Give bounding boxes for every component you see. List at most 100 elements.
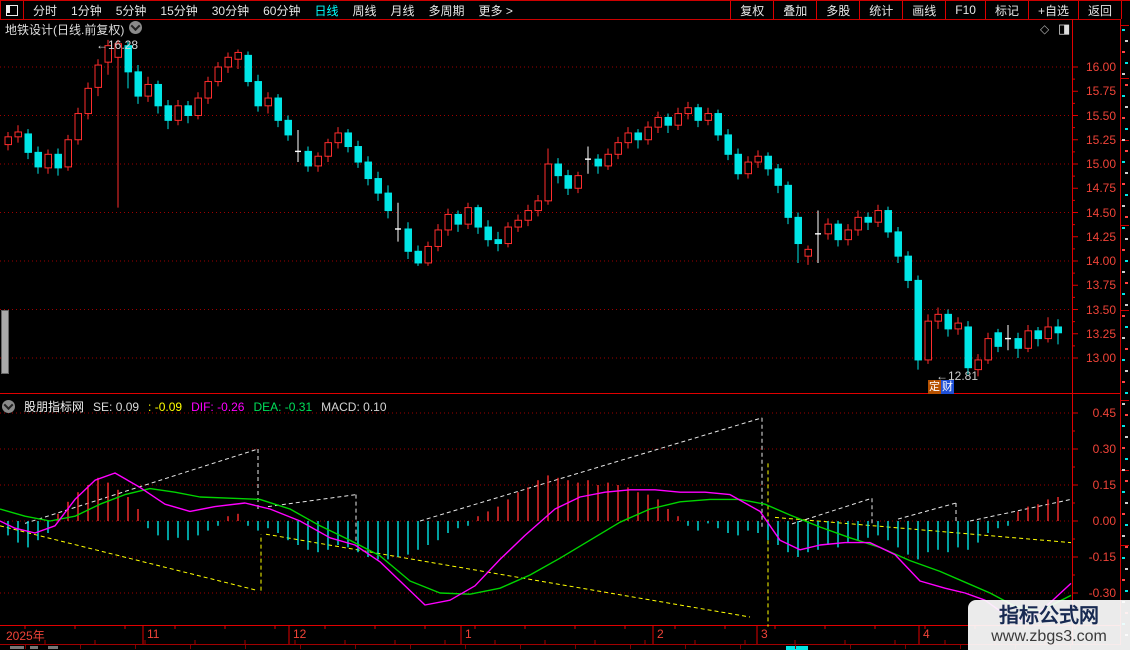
signal-badge-char-1: 财 xyxy=(941,380,954,394)
strip-mark xyxy=(1125,304,1128,306)
bottom-tick xyxy=(575,645,576,649)
strip-mark xyxy=(1125,436,1128,438)
strip-mark xyxy=(1125,568,1128,570)
time-axis-label-3: 1 xyxy=(465,627,472,641)
indicator-axis-label-3: 0.00 xyxy=(1074,514,1116,528)
strip-mark xyxy=(1125,40,1128,42)
indicator-value-2: DIF: -0.26 xyxy=(191,400,244,414)
bottom-tick xyxy=(190,645,191,649)
bottom-tick xyxy=(960,645,961,649)
bottom-tick xyxy=(25,645,26,649)
time-axis-label-5: 3 xyxy=(761,627,768,641)
bottom-tick xyxy=(465,645,466,649)
indicator-value-0: SE: 0.09 xyxy=(93,400,139,414)
price-axis-label-2: 15.50 xyxy=(1074,109,1116,123)
indicator-axis-label-0: 0.45 xyxy=(1074,406,1116,420)
strip-mark xyxy=(1122,51,1125,53)
strip-mark xyxy=(1122,557,1125,559)
bottom-tick xyxy=(795,645,796,649)
price-axis-label-0: 16.00 xyxy=(1074,60,1116,74)
bottom-tick xyxy=(685,645,686,649)
trading-app-window: 分时1分钟5分钟15分钟30分钟60分钟日线周线月线多周期更多 > 复权叠加多股… xyxy=(0,0,1130,650)
price-axis-label-11: 13.25 xyxy=(1074,327,1116,341)
strip-mark xyxy=(1122,579,1125,581)
strip-mark xyxy=(1122,359,1125,361)
indicator-axis-label-1: 0.30 xyxy=(1074,442,1116,456)
high-price-annotation: ←16.28 xyxy=(96,38,138,52)
bottom-tick xyxy=(245,645,246,649)
time-axis-label-1: 11 xyxy=(147,627,159,641)
strip-mark xyxy=(1122,183,1125,185)
strip-mark xyxy=(1125,62,1128,64)
strip-mark xyxy=(1125,282,1128,284)
strip-mark xyxy=(1125,458,1128,460)
strip-mark xyxy=(1125,128,1128,130)
price-axis-label-3: 15.25 xyxy=(1074,133,1116,147)
watermark: 指标公式网 www.zbgs3.com xyxy=(968,600,1130,650)
bottom-tick xyxy=(630,645,631,649)
strip-mark xyxy=(1122,535,1125,537)
strip-mark xyxy=(1125,150,1128,152)
strip-mark xyxy=(1122,469,1125,471)
indicator-value-3: DEA: -0.31 xyxy=(253,400,312,414)
strip-mark xyxy=(1122,161,1125,163)
strip-mark xyxy=(1125,172,1128,174)
signal-badge-char-0: 定 xyxy=(928,380,941,394)
price-axis-label-4: 15.00 xyxy=(1074,157,1116,171)
strip-mark xyxy=(1125,524,1128,526)
price-axis-label-8: 14.00 xyxy=(1074,254,1116,268)
indicator-header: 股朋指标网 SE: 0.09 : -0.09 DIF: -0.26 DEA: -0.3… xyxy=(2,398,387,415)
bottom-tick xyxy=(355,645,356,649)
strip-mark xyxy=(1122,315,1125,317)
watermark-url: www.zbgs3.com xyxy=(991,627,1107,646)
indicator-value-1: : -0.09 xyxy=(148,400,182,414)
price-axis-label-12: 13.00 xyxy=(1074,351,1116,365)
price-axis-label-5: 14.75 xyxy=(1074,181,1116,195)
strip-mark xyxy=(1122,491,1125,493)
strip-mark xyxy=(1122,139,1125,141)
bottom-tick xyxy=(905,645,906,649)
strip-mark xyxy=(1122,117,1125,119)
price-axis-label-9: 13.75 xyxy=(1074,278,1116,292)
bottom-tick xyxy=(850,645,851,649)
bottom-cyan-mark xyxy=(786,646,808,650)
indicator-name: 股朋指标网 xyxy=(24,398,84,415)
strip-mark xyxy=(1125,238,1128,240)
time-axis-label-4: 2 xyxy=(657,627,664,641)
bottom-gray-mark xyxy=(10,646,24,649)
price-axis-label-10: 13.50 xyxy=(1074,303,1116,317)
strip-mark xyxy=(1125,414,1128,416)
indicator-axis-label-2: 0.15 xyxy=(1074,478,1116,492)
strip-mark xyxy=(1125,260,1128,262)
strip-mark xyxy=(1122,227,1125,229)
chart-canvas[interactable] xyxy=(0,0,1130,650)
strip-mark xyxy=(1125,502,1128,504)
strip-mark xyxy=(1125,480,1128,482)
scrollbar-thumb[interactable] xyxy=(1,310,9,374)
bottom-tick xyxy=(80,645,81,649)
strip-mark xyxy=(1122,29,1125,31)
strip-mark xyxy=(1125,546,1128,548)
time-axis-label-0: 2025年 xyxy=(6,627,45,644)
strip-mark xyxy=(1122,73,1125,75)
strip-divider xyxy=(1121,225,1129,226)
strip-mark xyxy=(1122,271,1125,273)
strip-mark xyxy=(1122,337,1125,339)
indicator-collapse-chevron-icon[interactable] xyxy=(2,400,15,413)
time-axis-label-6: 4 xyxy=(923,627,930,641)
bottom-tick xyxy=(300,645,301,649)
bottom-tick xyxy=(410,645,411,649)
signal-badge: 定财 xyxy=(928,380,954,394)
strip-mark xyxy=(1122,293,1125,295)
price-axis-label-7: 14.25 xyxy=(1074,230,1116,244)
bottom-gray-mark xyxy=(30,646,38,649)
bottom-tick xyxy=(740,645,741,649)
bottom-partial-row xyxy=(0,645,1130,650)
strip-mark xyxy=(1122,249,1125,251)
strip-mark xyxy=(1122,447,1125,449)
strip-mark xyxy=(1122,205,1125,207)
minimap-scroll-strip[interactable] xyxy=(1120,19,1130,650)
strip-divider xyxy=(1121,310,1129,311)
strip-mark xyxy=(1122,403,1125,405)
time-axis-label-2: 12 xyxy=(293,627,306,641)
